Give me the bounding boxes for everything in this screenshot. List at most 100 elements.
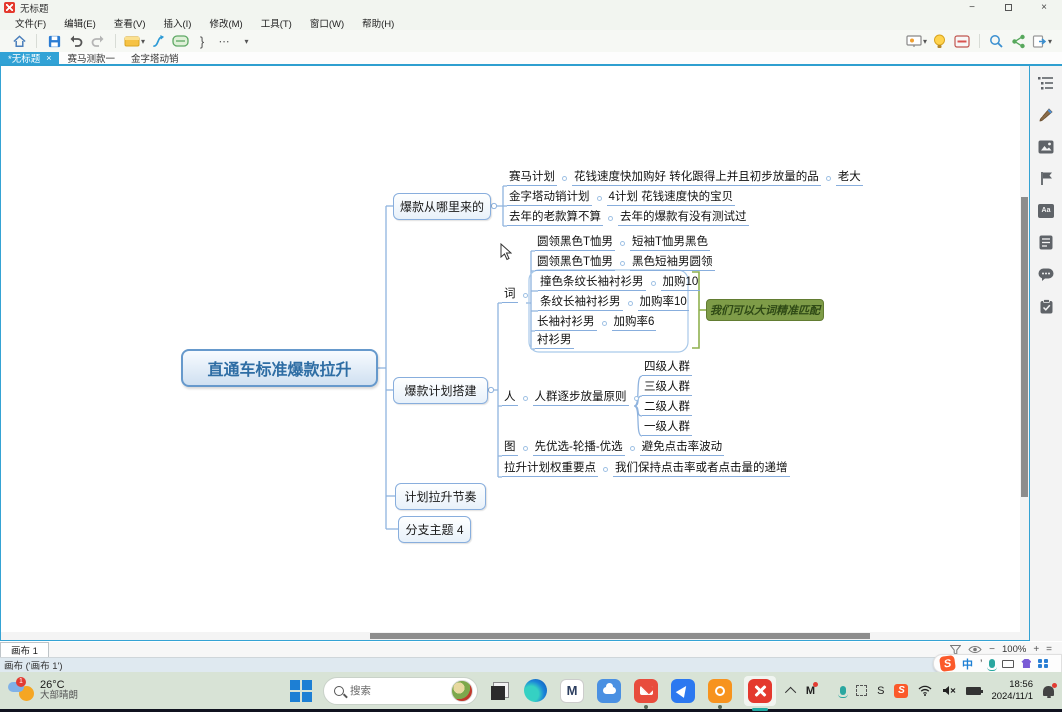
label-panel-button[interactable]: Aa bbox=[1038, 202, 1055, 219]
toolbar-dropdown-button[interactable]: ▾ bbox=[235, 31, 257, 51]
topic-text[interactable]: 加购10 bbox=[661, 275, 701, 291]
collapse-handle[interactable] bbox=[634, 396, 639, 401]
topic-branch-rhythm[interactable]: 计划拉升节奏 bbox=[395, 483, 486, 510]
ime-punctuation-indicator[interactable]: ’ bbox=[980, 658, 982, 670]
ime-keyboard-icon[interactable] bbox=[1002, 660, 1014, 668]
topic-text[interactable]: 图 bbox=[502, 440, 518, 456]
topic-text[interactable]: 条纹长袖衬衫男 bbox=[538, 295, 623, 311]
collapse-handle[interactable] bbox=[630, 446, 635, 451]
menu-item-7[interactable]: 帮助(H) bbox=[353, 15, 403, 30]
topic-callout[interactable]: 我们可以大词精准匹配 bbox=[706, 299, 824, 321]
boundary-button[interactable] bbox=[169, 31, 191, 51]
topic-text[interactable]: 我们保持点击率或者点击量的递增 bbox=[613, 461, 790, 477]
document-tab-1[interactable]: 赛马测款一 bbox=[59, 52, 123, 64]
topic-text[interactable]: 四级人群 bbox=[642, 360, 692, 376]
format-panel-button[interactable] bbox=[1038, 106, 1055, 123]
menu-item-1[interactable]: 编辑(E) bbox=[55, 15, 105, 30]
lightbulb-button[interactable] bbox=[929, 31, 951, 51]
more-tools-button[interactable]: ⋯ bbox=[213, 31, 235, 51]
restore-button[interactable] bbox=[990, 0, 1026, 15]
edge-app-button[interactable] bbox=[522, 678, 548, 704]
sheet-button[interactable]: ▾ bbox=[122, 31, 147, 51]
sheet-tab-canvas1[interactable]: 画布 1 bbox=[0, 642, 49, 657]
start-button[interactable] bbox=[290, 680, 312, 702]
ime-toolbox-icon[interactable] bbox=[1038, 659, 1048, 669]
topic-text[interactable]: 老大 bbox=[836, 170, 863, 186]
search-button[interactable] bbox=[986, 31, 1008, 51]
topic-text[interactable]: 4计划 花钱速度快的宝贝 bbox=[607, 190, 736, 206]
topic-text[interactable]: 撞色条纹长袖衬衫男 bbox=[538, 275, 646, 291]
collapse-handle[interactable] bbox=[628, 301, 633, 306]
home-button[interactable] bbox=[8, 31, 30, 51]
save-button[interactable] bbox=[43, 31, 65, 51]
menu-item-6[interactable]: 窗口(W) bbox=[301, 15, 353, 30]
collapse-handle[interactable] bbox=[603, 467, 608, 472]
topic-text[interactable]: 赛马计划 bbox=[507, 170, 557, 186]
tray-sogou-icon[interactable]: S bbox=[877, 685, 884, 697]
collapse-handle[interactable] bbox=[620, 241, 625, 246]
close-button[interactable]: × bbox=[1026, 0, 1062, 15]
topic-text[interactable]: 避免点击率波动 bbox=[640, 440, 725, 456]
topic-text[interactable]: 花钱速度快加购好 转化跟得上并且初步放量的品 bbox=[572, 170, 821, 186]
notification-bell-button[interactable] bbox=[1043, 686, 1054, 696]
tray-mic-icon[interactable] bbox=[840, 686, 846, 695]
topic-central[interactable]: 直通车标准爆款拉升 bbox=[181, 349, 378, 387]
sogou-tray-icon[interactable]: S bbox=[894, 684, 908, 698]
menu-item-5[interactable]: 工具(T) bbox=[252, 15, 301, 30]
topic-text[interactable]: 去年的老款算不算 bbox=[507, 210, 603, 226]
weather-widget[interactable]: 1 26°C 大部晴朗 bbox=[0, 679, 170, 703]
slideshow-button[interactable] bbox=[951, 31, 973, 51]
mail-app-button[interactable] bbox=[633, 678, 659, 704]
topic-text[interactable]: 人群逐步放量原则 bbox=[533, 390, 629, 406]
topic-text[interactable]: 衬衫男 bbox=[535, 333, 574, 349]
presentation-dropdown-icon[interactable]: ▾ bbox=[923, 37, 927, 46]
image-panel-button[interactable] bbox=[1038, 138, 1055, 155]
topic-text[interactable]: 先优选-轮播-优选 bbox=[533, 440, 625, 456]
presentation-button[interactable]: ▾ bbox=[904, 31, 929, 51]
topic-text[interactable]: 一级人群 bbox=[642, 420, 692, 436]
topic-text[interactable]: 加购率10 bbox=[638, 295, 689, 311]
collapse-handle[interactable] bbox=[523, 446, 528, 451]
relationship-button[interactable] bbox=[147, 31, 169, 51]
collapse-handle[interactable] bbox=[608, 216, 613, 221]
task-panel-button[interactable] bbox=[1038, 298, 1055, 315]
m-doc-app-button[interactable]: M bbox=[559, 678, 585, 704]
topic-text[interactable]: 短袖T恤男黑色 bbox=[630, 235, 710, 251]
collapse-handle[interactable] bbox=[562, 176, 567, 181]
minimize-button[interactable]: − bbox=[954, 0, 990, 15]
docs-app-button[interactable] bbox=[670, 678, 696, 704]
redo-button[interactable] bbox=[87, 31, 109, 51]
topic-text[interactable]: 黑色短袖男圆领 bbox=[630, 255, 715, 271]
topic-text[interactable]: 词 bbox=[502, 287, 518, 303]
outline-panel-button[interactable] bbox=[1038, 74, 1055, 91]
comment-panel-button[interactable] bbox=[1038, 266, 1055, 283]
horizontal-scrollbar-thumb[interactable] bbox=[370, 633, 870, 639]
ime-mic-icon[interactable] bbox=[989, 659, 995, 668]
battery-icon[interactable] bbox=[966, 687, 981, 695]
topic-text[interactable]: 拉升计划权重要点 bbox=[502, 461, 598, 477]
taskbar-search[interactable]: 搜索 bbox=[323, 677, 478, 705]
volume-muted-icon[interactable] bbox=[942, 685, 956, 696]
topic-text[interactable]: 加购率6 bbox=[612, 315, 657, 331]
xmind-app-button[interactable] bbox=[744, 676, 776, 706]
topic-text[interactable]: 人 bbox=[502, 390, 518, 406]
ime-mode-indicator[interactable]: 中 bbox=[962, 656, 973, 672]
notes-panel-button[interactable] bbox=[1038, 234, 1055, 251]
tab-close-icon[interactable]: × bbox=[46, 53, 51, 63]
cloud-app-button[interactable] bbox=[596, 678, 622, 704]
menu-item-4[interactable]: 修改(M) bbox=[200, 15, 251, 30]
topic-text[interactable]: 三级人群 bbox=[642, 380, 692, 396]
topic-text[interactable]: 金字塔动销计划 bbox=[507, 190, 592, 206]
vertical-scrollbar-thumb[interactable] bbox=[1021, 197, 1028, 497]
topic-text[interactable]: 去年的爆款有没有测试过 bbox=[618, 210, 749, 226]
collapse-handle[interactable] bbox=[651, 281, 656, 286]
topic-branch-build[interactable]: 爆款计划搭建 bbox=[393, 377, 488, 404]
clock-widget[interactable]: 18:56 2024/11/1 bbox=[991, 679, 1033, 702]
topic-text[interactable]: 圆领黑色T恤男 bbox=[535, 235, 615, 251]
menu-item-3[interactable]: 插入(I) bbox=[154, 15, 200, 30]
collapse-handle[interactable] bbox=[523, 396, 528, 401]
search-highlight-avatar[interactable] bbox=[451, 680, 473, 702]
collapse-handle[interactable] bbox=[602, 321, 607, 326]
tray-expand-button[interactable] bbox=[788, 687, 796, 695]
camera-app-button[interactable] bbox=[707, 678, 733, 704]
